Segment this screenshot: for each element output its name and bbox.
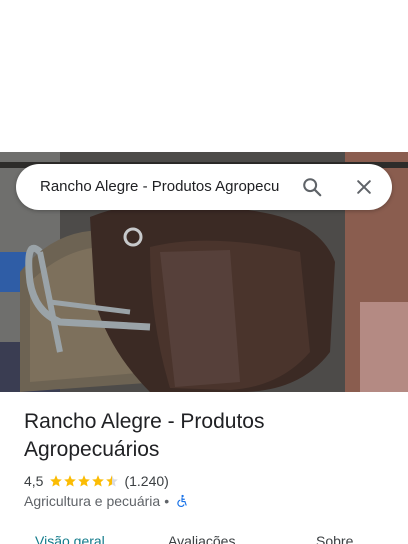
star-full-icon [64,475,77,487]
tab-reviews[interactable]: Avaliações [168,530,235,544]
wheelchair-icon [177,494,187,507]
search-button[interactable] [292,167,332,207]
clear-search-button[interactable] [344,167,384,207]
place-tabs: Visão geral Avaliações Sobre [0,530,408,544]
tab-about[interactable]: Sobre [316,530,353,544]
star-half-icon [106,475,119,487]
star-rating [49,474,119,488]
tab-overview[interactable]: Visão geral [35,530,105,544]
category-row: Agricultura e pecuária • [24,492,189,510]
star-full-icon [92,475,105,487]
star-full-icon [50,475,63,487]
place-title: Rancho Alegre - Produtos Agropecuários [24,410,265,461]
star-full-icon [78,475,91,487]
search-input[interactable]: Rancho Alegre - Produtos Agropecu [40,164,286,210]
close-icon [357,180,371,194]
place-category: Agricultura e pecuária [24,493,161,509]
place-details-screen: Rancho Alegre - Produtos Agropecu Rancho… [0,0,408,544]
rating-row[interactable]: 4,5 (1.240) [24,472,169,490]
review-count[interactable]: (1.240) [124,473,168,489]
search-bar: Rancho Alegre - Produtos Agropecu [16,164,392,210]
rating-value: 4,5 [24,473,44,489]
separator-dot: • [164,493,170,509]
search-icon [303,178,322,197]
